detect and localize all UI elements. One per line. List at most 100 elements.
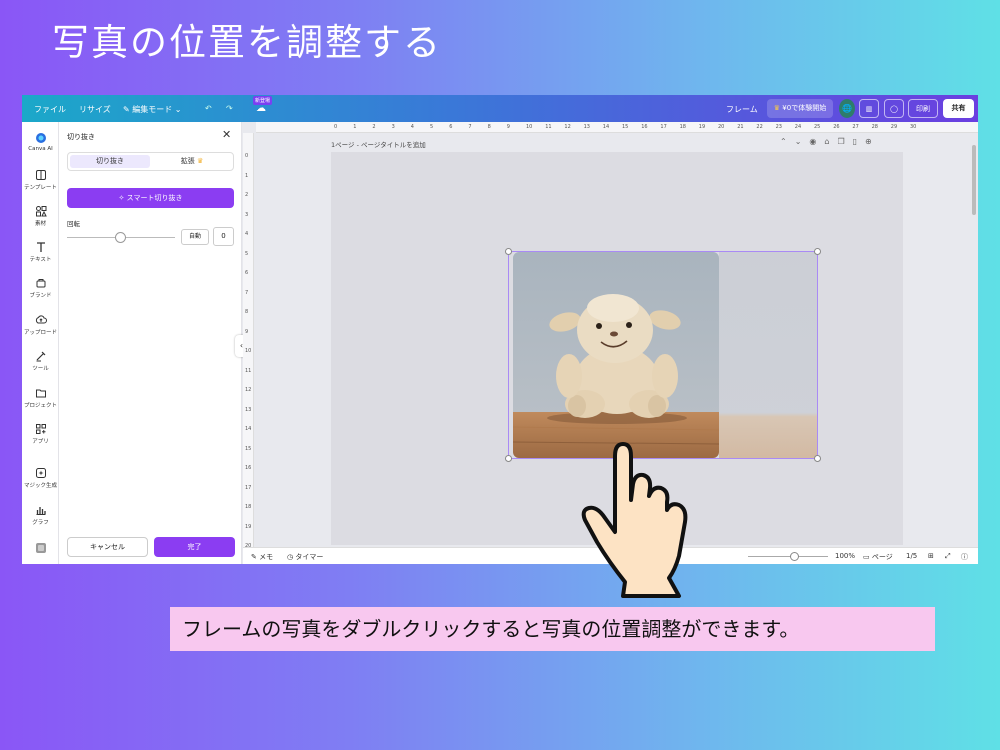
zoom-slider-handle[interactable]	[790, 552, 799, 561]
resize-handle-bottom-left[interactable]	[505, 455, 512, 462]
cloud-save-icon[interactable]: ☁	[256, 103, 266, 114]
folder-icon	[35, 389, 46, 398]
zoom-level[interactable]: 100%	[835, 552, 855, 560]
analytics-icon[interactable]: ▥	[859, 99, 879, 118]
print-button[interactable]: 印刷	[908, 99, 938, 118]
ruler-left-tick: 2	[245, 192, 249, 198]
timer-button[interactable]: ◷ タイマー	[287, 552, 323, 562]
ruler-top-tick: 5	[430, 124, 434, 130]
rail-elements[interactable]: 素材	[22, 205, 59, 227]
frame-selection-outline[interactable]	[508, 251, 818, 459]
chevron-up-icon[interactable]: ⌃	[780, 137, 795, 146]
rotation-value-input[interactable]: 0	[213, 227, 234, 246]
page-title-label[interactable]: 1ページ - ページタイトルを追加	[331, 139, 426, 149]
ruler-top-tick: 11	[545, 124, 552, 130]
share-button[interactable]: 共有	[943, 99, 974, 118]
ruler-top-tick: 10	[526, 124, 533, 130]
trash-icon[interactable]: ▯	[853, 137, 865, 146]
ruler-left-tick: 12	[245, 387, 252, 393]
menu-file[interactable]: ファイル	[34, 104, 66, 115]
canva-editor-screenshot: ファイル リサイズ ✎ 編集モード ⌄ ↶ ↷ 新登場 ☁ フレーム ♛ ¥0で…	[22, 95, 978, 564]
duplicate-icon[interactable]: ❐	[837, 137, 852, 146]
pencil-icon: ✎	[123, 105, 130, 114]
rotation-label: 回転	[67, 220, 80, 228]
redo-icon[interactable]: ↷	[226, 104, 233, 113]
template-icon	[35, 170, 46, 180]
more-apps-icon	[35, 543, 46, 553]
ruler-top-tick: 21	[737, 124, 744, 130]
trial-button[interactable]: ♛ ¥0で体験開始	[767, 99, 833, 118]
lock-icon[interactable]: ⌂	[824, 137, 837, 146]
resize-handle-top-left[interactable]	[505, 248, 512, 255]
ruler-left-tick: 19	[245, 523, 252, 530]
frame-label: フレーム	[726, 105, 758, 114]
crown-icon: ♛	[773, 104, 781, 112]
top-bar: ファイル リサイズ ✎ 編集モード ⌄ ↶ ↷ 新登場 ☁ フレーム ♛ ¥0で…	[22, 95, 978, 122]
pages-button[interactable]: ▭ ページ	[863, 552, 893, 562]
cancel-button[interactable]: キャンセル	[67, 537, 148, 557]
grid-view-icon[interactable]: ⊞	[928, 552, 934, 560]
close-icon[interactable]: ✕	[222, 128, 231, 141]
rail-apps[interactable]: アプリ	[22, 423, 59, 445]
rail-text[interactable]: テキスト	[22, 241, 59, 263]
resize-handle-top-right[interactable]	[814, 248, 821, 255]
rail-canva-ai[interactable]: Canva AI	[22, 132, 59, 152]
fullscreen-icon[interactable]: ⤢	[945, 552, 951, 561]
ruler-left-tick: 16	[245, 465, 252, 471]
rotation-slider-handle[interactable]	[115, 232, 126, 243]
ruler-top-tick: 30	[910, 124, 917, 130]
timer-icon: ◷	[287, 553, 294, 561]
ruler-top-tick: 15	[622, 124, 629, 130]
zoom-slider-track[interactable]	[748, 556, 828, 557]
avatar[interactable]: 🌐	[839, 99, 855, 118]
ruler-top-tick: 25	[814, 124, 821, 130]
chart-icon	[36, 507, 46, 515]
rail-template[interactable]: テンプレート	[22, 169, 59, 191]
tab-expand[interactable]: 拡張 ♛	[152, 155, 232, 168]
memo-button[interactable]: ✎ メモ	[251, 552, 273, 562]
menu-resize[interactable]: リサイズ	[79, 104, 111, 115]
comment-icon[interactable]: ◯	[884, 99, 904, 118]
rail-magic[interactable]: マジック生成	[22, 467, 59, 489]
page-toolbar: ⌃⌄◉⌂❐▯⊕	[780, 137, 880, 146]
ruler-left-tick: 5	[245, 250, 249, 257]
vertical-scrollbar[interactable]	[972, 145, 976, 215]
tab-crop[interactable]: 切り抜き	[70, 155, 150, 168]
add-page-icon[interactable]: ⊕	[865, 137, 880, 146]
ruler-left: 0 1 2 3 4 5 6 7 8 9 10 11 12 13 14 15 16 17 18 19 20	[243, 133, 254, 553]
undo-icon[interactable]: ↶	[205, 104, 212, 113]
ruler-left-tick: 8	[245, 309, 249, 315]
rail-upload[interactable]: アップロード	[22, 314, 59, 336]
chevron-down-icon[interactable]: ⌄	[795, 137, 810, 146]
crop-panel: 切り抜き ✕ 切り抜き 拡張 ♛ ✧ スマート切り抜き 回転 自動 0 キャンセ…	[59, 122, 242, 564]
ruler-top-tick: 16	[641, 124, 648, 130]
done-button[interactable]: 完了	[154, 537, 235, 557]
edit-mode-menu[interactable]: ✎ 編集モード ⌄	[123, 104, 182, 115]
rail-more[interactable]	[22, 542, 59, 554]
ruler-left-tick: 0	[245, 153, 249, 159]
magic-icon	[35, 468, 46, 478]
ruler-top-tick: 22	[756, 124, 763, 130]
crown-icon: ♛	[196, 157, 204, 165]
left-rail: Canva AI テンプレート 素材 テキスト ブランド アップロード ツール	[22, 122, 59, 564]
ruler-top-tick: 14	[602, 124, 610, 130]
ruler-top-tick: 1	[353, 124, 357, 130]
eye-icon[interactable]: ◉	[809, 137, 824, 146]
ruler-top-tick: 4	[410, 124, 414, 130]
ruler-left-tick: 14	[245, 426, 252, 432]
help-icon[interactable]: ⓘ	[961, 552, 968, 562]
rail-projects[interactable]: プロジェクト	[22, 387, 59, 409]
rail-tools[interactable]: ツール	[22, 350, 59, 372]
rail-brand[interactable]: ブランド	[22, 277, 59, 299]
upload-icon	[35, 315, 47, 324]
smart-crop-button[interactable]: ✧ スマート切り抜き	[67, 188, 234, 208]
elements-icon	[35, 206, 47, 217]
ruler-top-tick: 9	[506, 124, 510, 130]
auto-rotate-button[interactable]: 自動	[181, 229, 209, 245]
ruler-top-tick: 20	[718, 124, 725, 130]
chevron-down-icon: ⌄	[174, 105, 182, 114]
ruler-left-tick: 4	[245, 231, 249, 237]
ruler-top-tick: 0	[334, 124, 338, 130]
rail-chart[interactable]: グラフ	[22, 504, 59, 526]
resize-handle-bottom-right[interactable]	[814, 455, 821, 462]
